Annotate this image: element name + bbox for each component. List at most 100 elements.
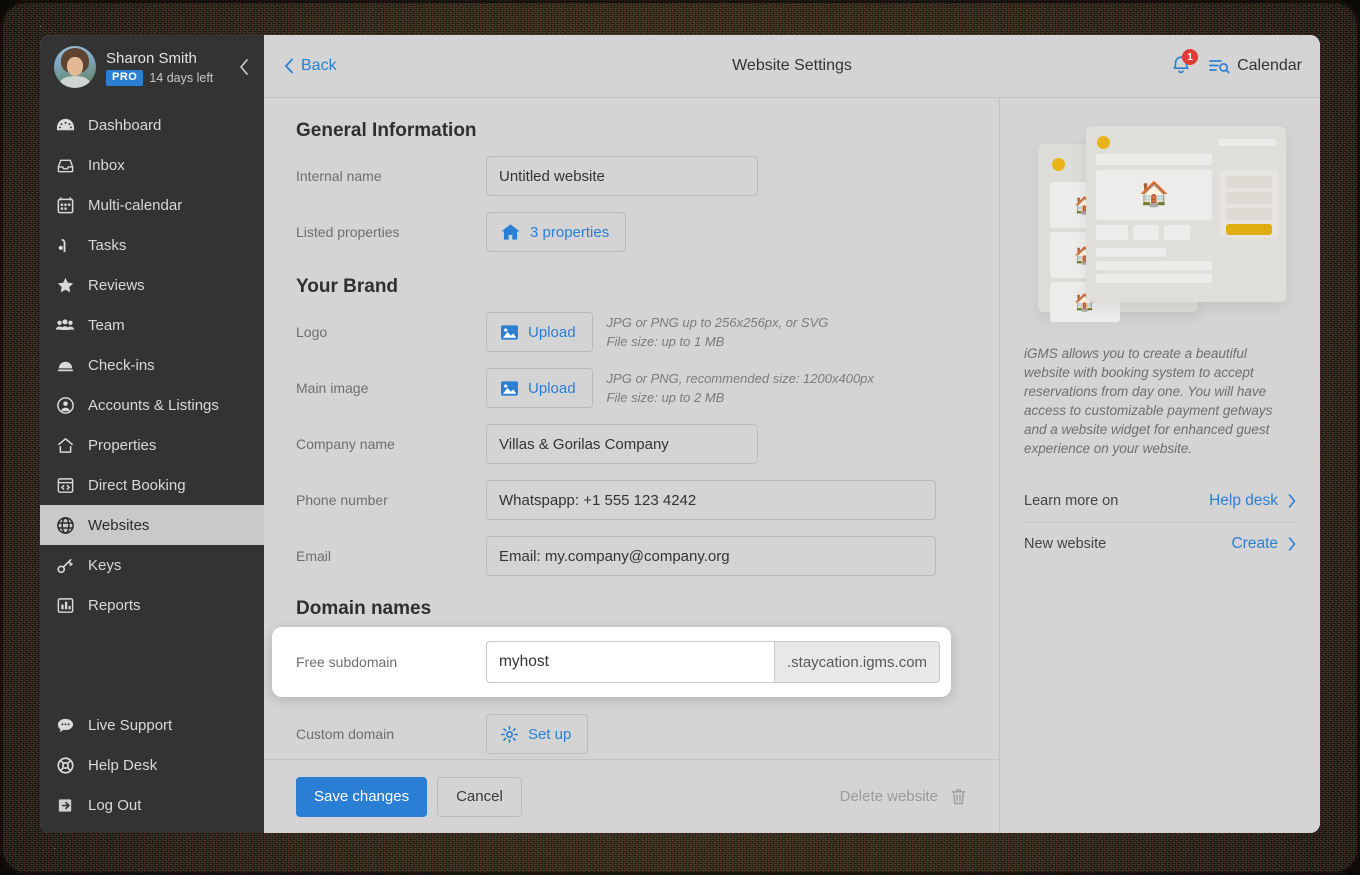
sidebar-item-label: Log Out <box>88 796 142 814</box>
sidebar-item-multi-calendar[interactable]: Multi-calendar <box>40 185 264 225</box>
sidebar-item-label: Multi-calendar <box>88 196 183 214</box>
calendar-search-icon <box>1209 60 1230 74</box>
email-label: Email <box>296 548 332 564</box>
plan-badge: PRO <box>106 69 144 86</box>
free-subdomain-label: Free subdomain <box>296 654 398 670</box>
sidebar-item-label: Websites <box>88 516 150 534</box>
help-desk-link-label: Help desk <box>1209 492 1278 509</box>
sidebar-bottom-nav: Live Support Help Desk Log Out <box>40 705 264 833</box>
main-image-upload-button[interactable]: Upload <box>486 368 593 408</box>
notifications-button[interactable]: 1 <box>1170 49 1199 78</box>
info-row-learn-more: Learn more on Help desk <box>1024 480 1296 522</box>
sidebar-item-reports[interactable]: Reports <box>40 585 264 625</box>
delete-website-label: Delete website <box>839 788 938 805</box>
back-label: Back <box>301 57 337 74</box>
save-changes-button[interactable]: Save changes <box>296 776 428 817</box>
create-website-link[interactable]: Create <box>1231 535 1296 553</box>
sidebar-item-help-desk[interactable]: Help Desk <box>40 745 264 785</box>
cancel-button[interactable]: Cancel <box>437 776 522 817</box>
internal-name-input[interactable]: Untitled website <box>486 156 758 196</box>
sidebar-item-label: Team <box>88 316 125 334</box>
logo-upload-button[interactable]: Upload <box>486 312 593 352</box>
user-profile-block[interactable]: Sharon Smith PRO 14 days left <box>40 35 264 99</box>
key-icon <box>54 556 76 575</box>
company-name-label: Company name <box>296 436 395 452</box>
settings-form: General Information Internal name Untitl… <box>264 98 999 759</box>
phone-number-input[interactable]: Whatspapp: +1 555 123 4242 <box>486 480 936 520</box>
main-image-hint-line-1: JPG or PNG, recommended size: 1200x400px <box>606 371 874 386</box>
sidebar-item-label: Accounts & Listings <box>88 396 219 414</box>
sidebar-item-label: Check-ins <box>88 356 155 374</box>
sidebar-item-dashboard[interactable]: Dashboard <box>40 105 264 145</box>
sidebar-item-team[interactable]: Team <box>40 305 264 345</box>
free-subdomain-suffix: .staycation.igms.com <box>774 641 941 683</box>
account-circle-icon <box>54 396 76 415</box>
sidebar-item-websites[interactable]: Websites <box>40 505 264 545</box>
back-button[interactable]: Back <box>284 57 337 75</box>
topbar: Back Website Settings 1 Calendar <box>264 35 1320 98</box>
free-subdomain-highlight-card: Free subdomain myhost .staycation.igms.c… <box>272 627 951 697</box>
internal-name-label: Internal name <box>296 168 382 184</box>
chevron-right-icon <box>1288 537 1296 551</box>
sidebar-item-direct-booking[interactable]: Direct Booking <box>40 465 264 505</box>
home-icon <box>54 436 76 455</box>
field-row-email: Email Email: my.company@company.org <box>296 536 967 576</box>
bell-service-icon <box>54 356 76 375</box>
form-footer: Save changes Cancel Delete website <box>264 759 999 833</box>
image-icon <box>500 324 519 341</box>
help-desk-link[interactable]: Help desk <box>1209 492 1296 510</box>
trial-days-left: 14 days left <box>149 70 214 85</box>
sidebar-item-accounts-listings[interactable]: Accounts & Listings <box>40 385 264 425</box>
free-subdomain-input[interactable]: myhost <box>486 641 774 683</box>
sidebar-item-log-out[interactable]: Log Out <box>40 785 264 825</box>
field-row-phone-number: Phone number Whatspapp: +1 555 123 4242 <box>296 480 967 520</box>
learn-more-label: Learn more on <box>1024 493 1119 509</box>
bar-chart-icon <box>54 596 76 615</box>
logo-hint-line-1: JPG or PNG up to 256x256px, or SVG <box>606 315 829 330</box>
image-icon <box>500 380 519 397</box>
free-subdomain-group: myhost .staycation.igms.com <box>486 641 941 683</box>
section-title-brand: Your Brand <box>296 276 399 297</box>
main-area: Back Website Settings 1 Calendar General… <box>264 35 1320 833</box>
trash-icon <box>951 789 966 805</box>
logout-icon <box>54 796 76 815</box>
field-row-internal-name: Internal name Untitled website <box>296 156 967 196</box>
calendar-button[interactable]: Calendar <box>1208 56 1302 76</box>
avatar <box>54 46 96 88</box>
sidebar-item-reviews[interactable]: Reviews <box>40 265 264 305</box>
sidebar-item-label: Reports <box>88 596 141 614</box>
listed-properties-button[interactable]: 3 properties <box>486 212 627 252</box>
email-input[interactable]: Email: my.company@company.org <box>486 536 936 576</box>
collapse-sidebar-button[interactable] <box>232 55 256 79</box>
calendar-icon <box>54 196 76 215</box>
sidebar-item-inbox[interactable]: Inbox <box>40 145 264 185</box>
sidebar-item-properties[interactable]: Properties <box>40 425 264 465</box>
field-row-custom-domain: Custom domain Set up <box>296 714 967 754</box>
section-title-domains: Domain names <box>296 598 432 619</box>
inbox-icon <box>54 156 76 175</box>
field-row-listed-properties: Listed properties 3 properties <box>296 212 967 252</box>
field-row-main-image: Main image Upload JPG or PNG, recommende… <box>296 368 967 408</box>
sidebar-item-check-ins[interactable]: Check-ins <box>40 345 264 385</box>
settings-form-column: General Information Internal name Untitl… <box>264 98 1000 833</box>
sidebar-item-tasks[interactable]: Tasks <box>40 225 264 265</box>
logo-label: Logo <box>296 324 328 340</box>
logo-hint: JPG or PNG up to 256x256px, or SVG File … <box>607 313 829 351</box>
main-image-label: Main image <box>296 380 369 396</box>
calendar-label: Calendar <box>1237 57 1302 74</box>
delete-website-button[interactable]: Delete website <box>840 787 967 806</box>
sidebar-item-keys[interactable]: Keys <box>40 545 264 585</box>
website-illustration: 🏠 🏠 🏠 🏠 <box>1024 116 1296 328</box>
custom-domain-setup-button[interactable]: Set up <box>486 714 589 754</box>
field-row-company-name: Company name Villas & Gorilas Company <box>296 424 967 464</box>
logo-upload-label: Upload <box>528 323 576 341</box>
sidebar-item-label: Inbox <box>88 156 125 174</box>
chevron-right-icon <box>1288 494 1296 508</box>
create-website-link-label: Create <box>1231 535 1278 552</box>
sidebar-item-live-support[interactable]: Live Support <box>40 705 264 745</box>
star-icon <box>54 276 76 295</box>
sidebar-item-label: Properties <box>88 436 157 454</box>
company-name-input[interactable]: Villas & Gorilas Company <box>486 424 758 464</box>
chat-bubble-icon <box>54 716 76 735</box>
main-image-hint: JPG or PNG, recommended size: 1200x400px… <box>607 369 874 407</box>
